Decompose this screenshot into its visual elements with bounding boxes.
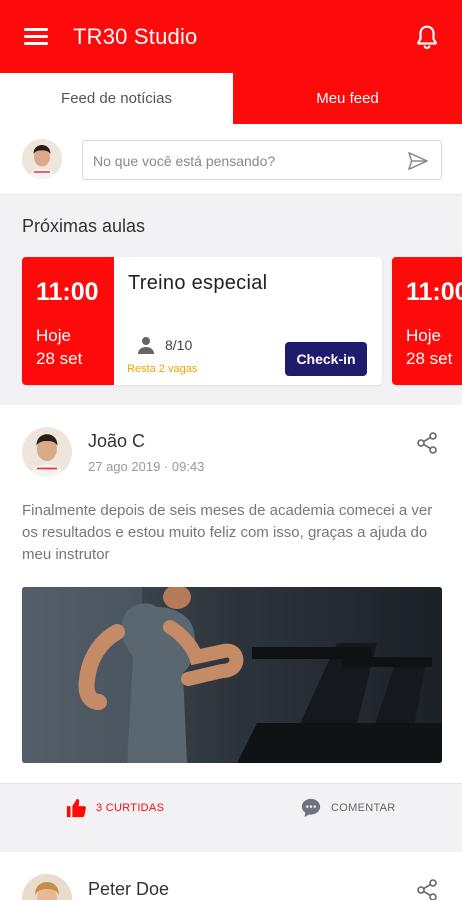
class-occupancy: 8/10 [165,337,193,353]
section-title: Próximas aulas [22,216,146,236]
post-composer: No que você está pensando? [0,124,462,195]
app-bar: TR30 Studio [0,0,462,73]
avatar[interactable] [22,427,72,477]
person-icon [138,337,154,354]
share-icon[interactable] [415,431,439,455]
feed-post: João C 27 ago 2019 · 09:43 Finalmente de… [0,405,462,783]
feed-tabs: Feed de notícias Meu feed [0,73,462,124]
post-date: 27 ago 2019 · 09:43 [88,459,205,474]
send-icon[interactable] [407,151,429,171]
avatar[interactable] [22,139,62,179]
class-day: Hoje [36,326,71,345]
comment-button[interactable]: COMENTAR [300,797,396,819]
class-name: Treino especial [128,272,268,294]
class-card[interactable]: 11:00 Hoje 28 set [392,257,462,385]
share-icon[interactable] [415,878,439,900]
tab-my-feed[interactable]: Meu feed [233,73,462,124]
post-author[interactable]: João C [88,431,145,452]
class-date: 28 set [406,349,453,368]
like-button[interactable]: 3 CURTIDAS [65,797,164,819]
upcoming-classes: Próximas aulas 11:00 Hoje 28 set Treino … [0,195,462,405]
status-input[interactable]: No que você está pensando? [82,140,442,180]
class-day: Hoje [406,326,441,345]
status-input-placeholder: No que você está pensando? [93,153,276,169]
post-author[interactable]: Peter Doe [88,879,169,900]
post-text: Finalmente depois de seis meses de acade… [22,502,433,563]
class-date: 28 set [36,349,83,368]
likes-count: 3 CURTIDAS [96,802,165,814]
post-actions: 3 CURTIDAS COMENTAR [0,783,462,833]
comment-icon [301,798,321,818]
class-time: 11:00 [36,278,99,306]
checkin-button[interactable]: Check-in [285,342,367,376]
avatar[interactable] [22,874,72,900]
class-card[interactable]: 11:00 Hoje 28 set Treino especial 8/10 R… [22,257,382,385]
bell-icon[interactable] [414,24,440,50]
hamburger-icon[interactable] [24,28,48,46]
feed-post: Peter Doe [0,852,462,900]
thumbs-up-icon [66,798,86,818]
comment-label: COMENTAR [331,802,396,814]
class-time-block: 11:00 Hoje 28 set [392,257,462,385]
app-title: TR30 Studio [73,24,198,49]
spots-left: Resta 2 vagas [127,363,198,375]
post-photo[interactable] [22,587,442,763]
tab-news-feed[interactable]: Feed de notícias [0,73,233,124]
class-time-block: 11:00 Hoje 28 set [22,257,114,385]
class-time: 11:00 [406,278,462,306]
